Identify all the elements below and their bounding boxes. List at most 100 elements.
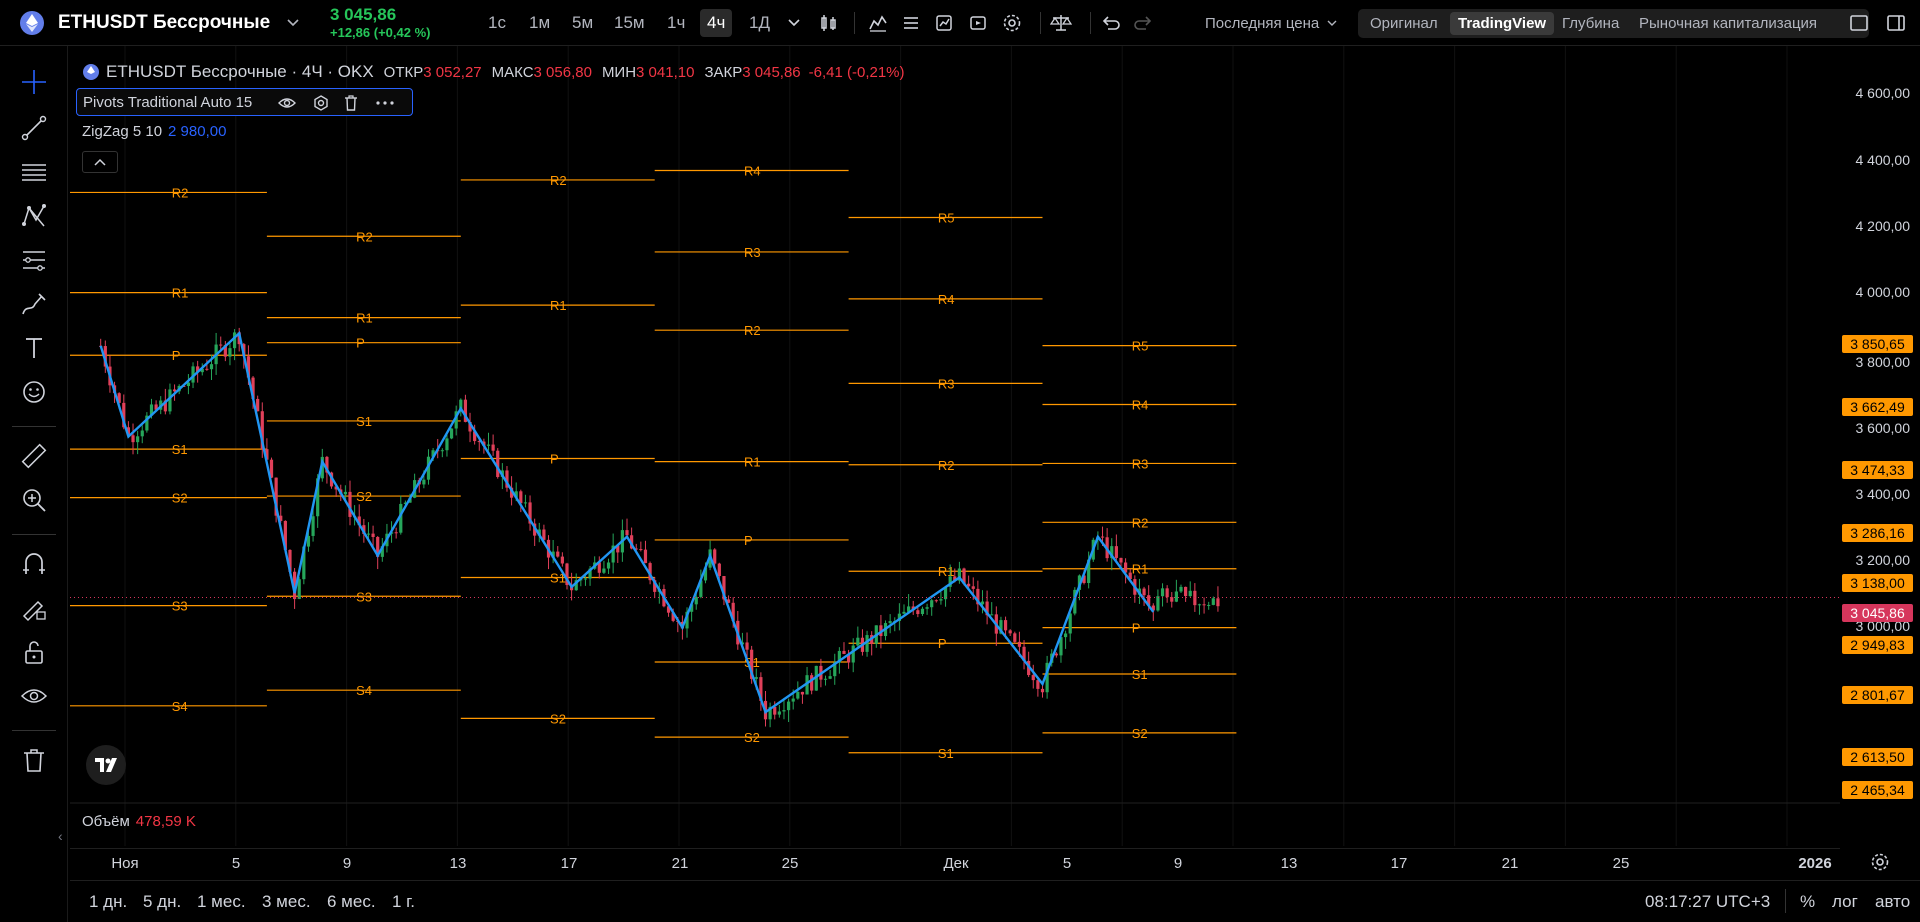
unlock-icon[interactable] <box>16 634 52 670</box>
tab-tradingview[interactable]: TradingView <box>1450 12 1555 35</box>
candle-body <box>1197 604 1202 606</box>
range-1d[interactable]: 1 дн. <box>89 892 127 912</box>
time-tick: 25 <box>1612 855 1630 872</box>
price-tick: 4 600,00 <box>1855 85 1911 101</box>
chart-pane[interactable]: R2 R1 P S1 S2 S3 S4 R2 R1 P S1 S2 S3 S4 R2 R1 P S1 S2 R4 R3 R… <box>70 46 1840 846</box>
fullscreen-icon[interactable] <box>1846 11 1872 35</box>
pivot-level-label: P <box>744 533 753 548</box>
candle-body <box>925 607 929 609</box>
auto-toggle[interactable]: авто <box>1875 892 1910 912</box>
pivot-level-label: R1 <box>938 564 955 579</box>
pivot-level-label: S1 <box>172 442 188 457</box>
more-icon[interactable] <box>375 93 395 113</box>
chevron-left-icon[interactable]: ‹ <box>58 828 63 844</box>
gear-icon[interactable] <box>1870 852 1890 877</box>
eye-icon[interactable] <box>277 93 297 113</box>
crosshair-icon[interactable] <box>16 64 52 100</box>
candle-body <box>791 698 795 702</box>
collapse-legend-button[interactable] <box>82 151 118 173</box>
alert-icon[interactable] <box>931 11 957 35</box>
eth-logo-icon[interactable] <box>18 0 46 46</box>
redo-icon[interactable] <box>1131 11 1157 35</box>
price-change: +12,86 (+0,42 %) <box>330 25 431 40</box>
trend-line-icon[interactable] <box>16 110 52 146</box>
volume-label: Объём <box>82 813 130 830</box>
candle-body <box>1031 675 1035 681</box>
chevron-down-icon[interactable] <box>781 11 807 35</box>
candles-icon[interactable] <box>816 11 842 35</box>
price-chart[interactable]: R2 R1 P S1 S2 S3 S4 R2 R1 P S1 S2 S3 S4 R2 R1 P S1 S2 R4 R3 R… <box>70 46 1840 846</box>
tab-original[interactable]: Оригинал <box>1362 12 1446 35</box>
drawing-toolbar <box>0 46 68 922</box>
pattern-icon[interactable] <box>16 198 52 234</box>
interval-15m[interactable]: 15м <box>607 9 652 37</box>
zigzag-indicator-legend[interactable]: ZigZag 5 10 2 980,00 <box>82 123 226 140</box>
log-toggle[interactable]: лог <box>1832 892 1858 912</box>
gear-icon[interactable] <box>999 11 1025 35</box>
tradingview-logo[interactable] <box>86 745 126 785</box>
candle-body <box>311 516 315 536</box>
magnet-icon[interactable] <box>16 546 52 582</box>
candle-body <box>796 691 800 699</box>
clock[interactable]: 08:17:27 UTC+3 <box>1645 892 1770 912</box>
tab-depth[interactable]: Глубина <box>1554 12 1627 35</box>
pivot-price-badge: 3 662,49 <box>1842 398 1913 416</box>
templates-icon[interactable] <box>898 11 924 35</box>
price-source-select[interactable]: Последняя цена <box>1205 0 1337 46</box>
candle-body <box>1063 633 1068 638</box>
candle-body <box>643 549 648 564</box>
lock-drawing-icon[interactable] <box>16 590 52 626</box>
undo-icon[interactable] <box>1097 11 1123 35</box>
range-6m[interactable]: 6 мес. <box>327 892 376 912</box>
candle-body <box>371 533 375 538</box>
trash-icon[interactable] <box>16 742 52 778</box>
trash-icon[interactable] <box>341 93 361 113</box>
eye-icon[interactable] <box>16 678 52 714</box>
pivots-indicator-legend[interactable]: Pivots Traditional Auto 15 <box>76 88 413 116</box>
chevron-down-icon[interactable] <box>286 0 300 46</box>
pivots-indicator-label: Pivots Traditional Auto 15 <box>83 93 253 111</box>
layout-icon[interactable] <box>1883 11 1909 35</box>
volume-legend[interactable]: Объём 478,59 K <box>82 813 196 830</box>
chevron-down-icon <box>1327 20 1337 26</box>
percent-toggle[interactable]: % <box>1800 892 1815 912</box>
price-tick: 4 400,00 <box>1855 152 1911 168</box>
candle-body <box>583 578 588 580</box>
candle-body <box>445 438 449 451</box>
range-3m[interactable]: 3 мес. <box>262 892 311 912</box>
scales-icon[interactable] <box>1048 11 1074 35</box>
pivot-level-label: R3 <box>938 376 955 391</box>
ruler-icon[interactable] <box>16 438 52 474</box>
candle-body <box>219 344 223 346</box>
candle-body <box>205 368 209 370</box>
symbol-selector[interactable]: ETHUSDT Бессрочные <box>58 0 270 46</box>
time-tick: 5 <box>1062 855 1072 872</box>
time-axis[interactable]: Ноя 5 9 13 17 21 25 Дек 5 9 13 17 21 25 … <box>70 848 1840 876</box>
interval-4h[interactable]: 4ч <box>700 9 733 37</box>
tab-market-cap[interactable]: Рыночная капитализация <box>1631 12 1825 35</box>
interval-5m[interactable]: 5м <box>565 9 600 37</box>
replay-icon[interactable] <box>965 11 991 35</box>
interval-1s[interactable]: 1с <box>481 9 513 37</box>
brush-icon[interactable] <box>16 286 52 322</box>
price-tick: 3 600,00 <box>1855 420 1911 436</box>
range-1m[interactable]: 1 мес. <box>197 892 246 912</box>
range-1y[interactable]: 1 г. <box>392 892 415 912</box>
zoom-in-icon[interactable] <box>16 482 52 518</box>
text-icon[interactable] <box>16 330 52 366</box>
range-5d[interactable]: 5 дн. <box>143 892 181 912</box>
pivot-level-label: S4 <box>356 683 372 698</box>
candle-body <box>491 444 495 451</box>
fib-icon[interactable] <box>16 242 52 278</box>
interval-1d[interactable]: 1Д <box>742 9 777 37</box>
interval-1h[interactable]: 1ч <box>660 9 692 37</box>
divider <box>12 426 56 427</box>
horizontal-lines-icon[interactable] <box>16 154 52 190</box>
interval-1m[interactable]: 1м <box>522 9 557 37</box>
gear-icon[interactable] <box>311 93 331 113</box>
emoji-icon[interactable] <box>16 374 52 410</box>
indicators-icon[interactable] <box>865 11 891 35</box>
candle-body <box>1119 557 1123 563</box>
low-label: МИН <box>601 63 637 81</box>
pivot-level-label: P <box>938 636 947 651</box>
